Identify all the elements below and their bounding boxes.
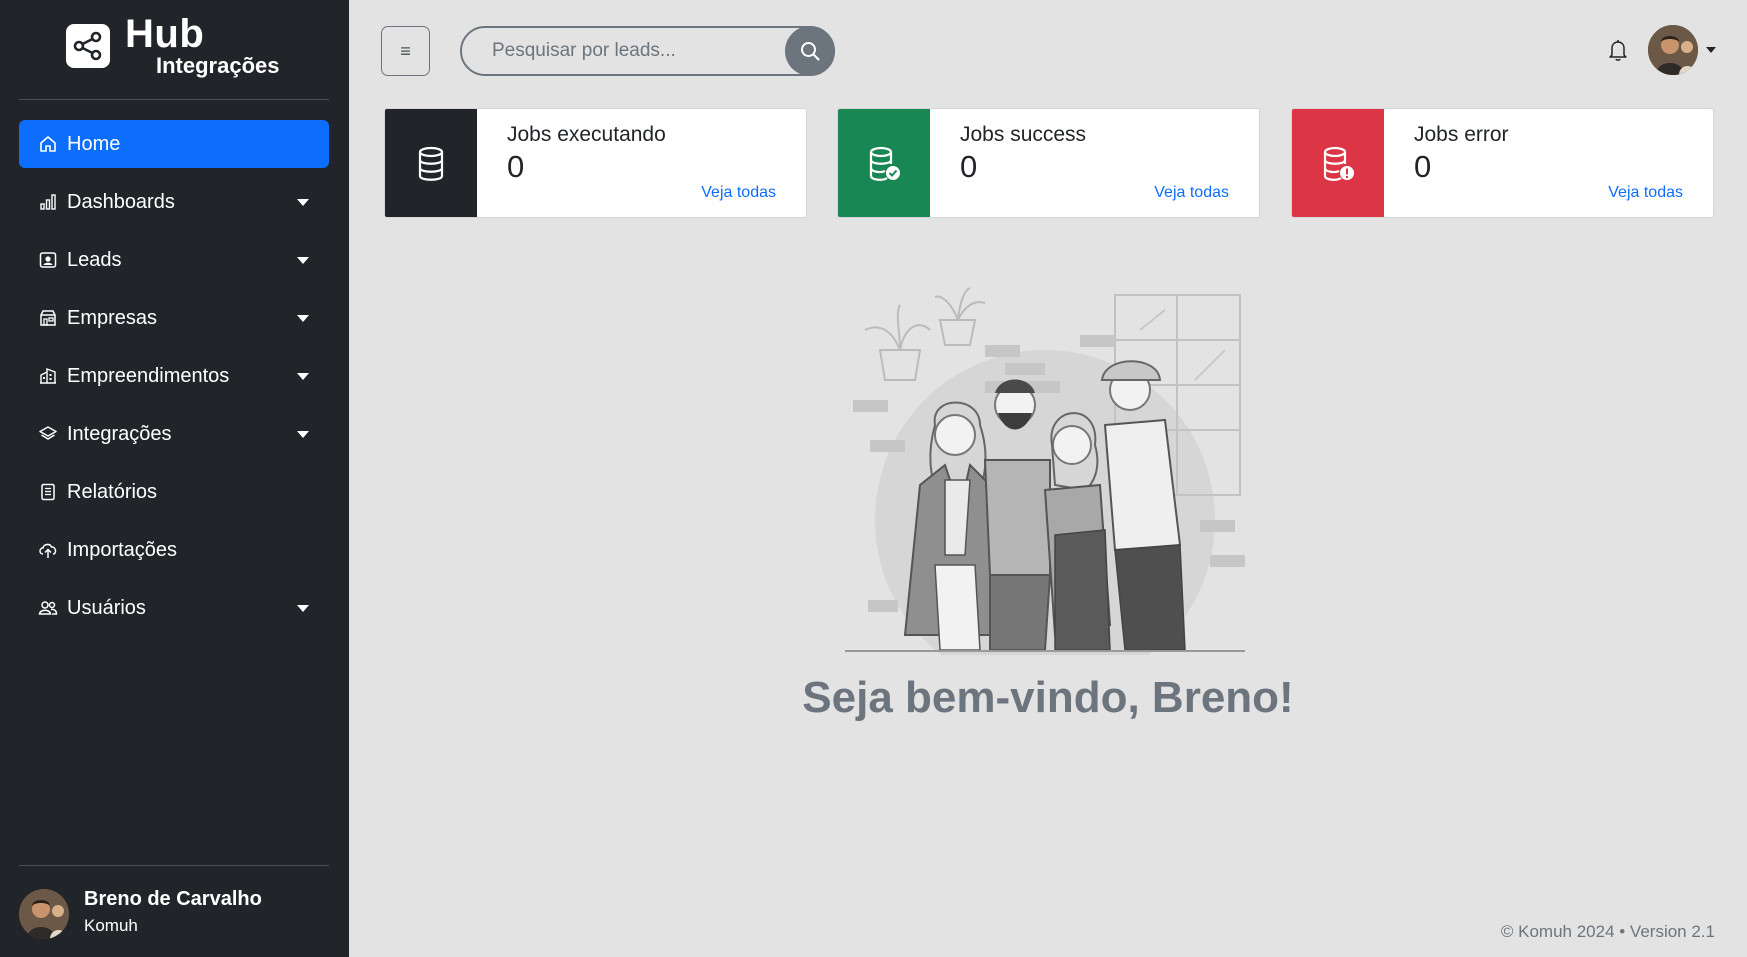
shop-icon <box>38 308 58 328</box>
search-input[interactable] <box>492 38 762 64</box>
caret-down-icon <box>297 431 309 438</box>
sidebar-item-importacoes[interactable]: Importações <box>19 526 329 574</box>
sidebar-nav: Home Dashboards Leads Empresas Empreendi… <box>19 120 329 642</box>
share-nodes-icon <box>66 24 110 68</box>
search-bar <box>460 26 835 76</box>
caret-down-icon <box>297 315 309 322</box>
team-illustration <box>840 285 1260 690</box>
see-all-link[interactable]: Veja todas <box>1608 184 1683 202</box>
cloud-upload-icon <box>38 540 58 560</box>
profile-company: Komuh <box>84 916 138 935</box>
brand-title: Hub <box>125 12 205 56</box>
card-title: Jobs error <box>1414 123 1509 146</box>
layers-icon <box>38 424 58 444</box>
sidebar-item-label: Integrações <box>67 422 172 445</box>
sidebar-item-usuarios[interactable]: Usuários <box>19 584 329 632</box>
see-all-link[interactable]: Veja todas <box>1154 184 1229 202</box>
sidebar: Hub Integrações Home Dashboards Leads Em… <box>0 0 349 957</box>
card-title: Jobs success <box>960 123 1087 146</box>
caret-down-icon[interactable] <box>1706 47 1716 53</box>
people-icon <box>38 598 58 618</box>
user-avatar-button[interactable] <box>1648 25 1698 75</box>
caret-down-icon <box>297 199 309 206</box>
document-icon <box>38 482 58 502</box>
sidebar-item-home[interactable]: Home <box>19 120 329 168</box>
sidebar-item-label: Empresas <box>67 306 158 329</box>
sidebar-item-label: Home <box>67 132 121 155</box>
home-icon <box>38 134 58 154</box>
bar-chart-icon <box>38 192 58 212</box>
card-jobs-success: Jobs success 0 Veja todas <box>837 108 1260 218</box>
card-jobs-error: Jobs error 0 Veja todas <box>1291 108 1714 218</box>
person-badge-icon <box>38 250 58 270</box>
footer-version: © Komuh 2024 • Version 2.1 <box>1500 922 1715 941</box>
see-all-link[interactable]: Veja todas <box>701 184 776 202</box>
sidebar-divider <box>19 99 329 100</box>
database-check-icon <box>838 109 930 217</box>
caret-down-icon <box>297 257 309 264</box>
sidebar-item-empreendimentos[interactable]: Empreendimentos <box>19 352 329 400</box>
database-exclamation-icon <box>1292 109 1384 217</box>
sidebar-item-label: Leads <box>67 248 122 271</box>
sidebar-item-label: Usuários <box>67 596 146 619</box>
sidebar-item-leads[interactable]: Leads <box>19 236 329 284</box>
bell-icon[interactable] <box>1607 38 1629 62</box>
caret-down-icon <box>297 605 309 612</box>
welcome-heading: Seja bem-vindo, Breno! <box>802 673 1294 722</box>
card-jobs-executando: Jobs executando 0 Veja todas <box>384 108 807 218</box>
buildings-icon <box>38 366 58 386</box>
card-value: 0 <box>1414 149 1432 184</box>
sidebar-item-label: Empreendimentos <box>67 364 230 387</box>
sidebar-item-relatorios[interactable]: Relatórios <box>19 468 329 516</box>
card-value: 0 <box>507 149 525 184</box>
brand-subtitle: Integrações <box>156 53 280 78</box>
sidebar-item-empresas[interactable]: Empresas <box>19 294 329 342</box>
search-icon <box>801 42 820 61</box>
sidebar-item-label: Importações <box>67 538 178 561</box>
database-icon <box>385 109 477 217</box>
brand[interactable]: Hub Integrações <box>66 12 296 84</box>
card-title: Jobs executando <box>507 123 666 146</box>
menu-icon: ≡ <box>400 40 411 61</box>
avatar <box>19 889 69 939</box>
menu-toggle-button[interactable]: ≡ <box>381 26 430 76</box>
card-value: 0 <box>960 149 978 184</box>
caret-down-icon <box>297 373 309 380</box>
sidebar-divider <box>19 865 329 866</box>
sidebar-item-label: Relatórios <box>67 480 158 503</box>
search-button[interactable] <box>785 26 835 76</box>
profile-name: Breno de Carvalho <box>84 888 262 910</box>
sidebar-item-integracoes[interactable]: Integrações <box>19 410 329 458</box>
sidebar-item-dashboards[interactable]: Dashboards <box>19 178 329 226</box>
user-profile[interactable]: Breno de Carvalho Komuh <box>19 886 339 942</box>
sidebar-item-label: Dashboards <box>67 190 175 213</box>
